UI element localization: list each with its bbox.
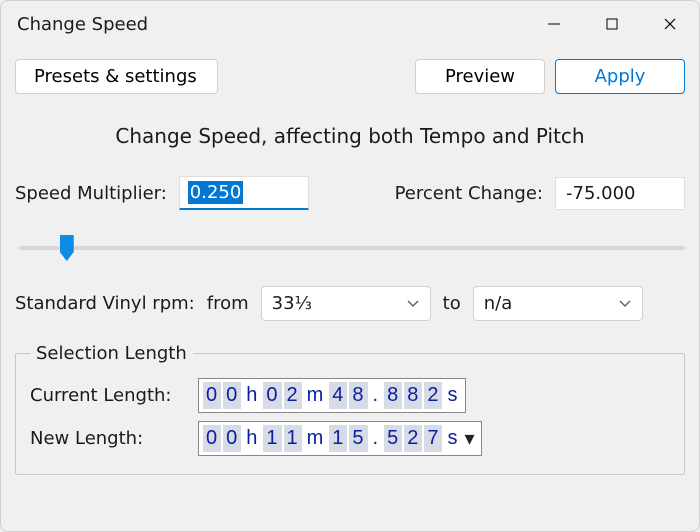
timecode-unit: h (243, 425, 261, 452)
vinyl-to-select[interactable]: n/a (473, 286, 643, 321)
new-length-row: New Length: 00h11m15.527s▾ (30, 421, 670, 456)
timecode-digit: 1 (263, 425, 281, 452)
selection-length-group: Selection Length Current Length: 00h02m4… (15, 343, 685, 475)
minimize-icon (547, 17, 561, 31)
timecode-unit: s (444, 382, 461, 409)
apply-button[interactable]: Apply (555, 59, 685, 94)
presets-settings-button[interactable]: Presets & settings (15, 59, 218, 94)
chevron-down-icon (406, 293, 420, 314)
close-icon (663, 17, 677, 31)
timecode-digit: 8 (384, 382, 402, 409)
timecode-digit: 5 (384, 425, 402, 452)
timecode-digit: 0 (223, 425, 241, 452)
speed-multiplier-input[interactable]: 0.250 (179, 176, 309, 210)
timecode-unit: s (444, 425, 461, 452)
close-button[interactable] (641, 1, 699, 47)
timecode-digit: 0 (203, 382, 221, 409)
timecode-digit: 8 (404, 382, 422, 409)
selection-length-legend: Selection Length (30, 343, 193, 364)
window-title: Change Speed (17, 14, 525, 35)
vinyl-to-value: n/a (484, 293, 513, 314)
timecode-digit: 7 (424, 425, 442, 452)
timecode-digit: 4 (329, 382, 347, 409)
preview-button[interactable]: Preview (415, 59, 545, 94)
timecode-digit: 5 (349, 425, 367, 452)
timecode-digit: 0 (203, 425, 221, 452)
vinyl-from-label: from (207, 293, 249, 314)
timecode-dot: . (370, 425, 383, 452)
vinyl-row: Standard Vinyl rpm: from 33⅓ to n/a (15, 286, 685, 321)
titlebar: Change Speed (1, 1, 699, 47)
timecode-format-dropdown-icon[interactable]: ▾ (462, 424, 477, 453)
current-length-label: Current Length: (30, 385, 180, 406)
timecode-digit: 1 (329, 425, 347, 452)
timecode-digit: 1 (284, 425, 302, 452)
timecode-unit: m (304, 425, 328, 452)
current-length-row: Current Length: 00h02m48.882s (30, 378, 670, 413)
vinyl-rpm-label: Standard Vinyl rpm: (15, 293, 195, 314)
maximize-button[interactable] (583, 1, 641, 47)
timecode-digit: 0 (223, 382, 241, 409)
timecode-unit: m (304, 382, 328, 409)
percent-change-label: Percent Change: (395, 183, 543, 204)
new-length-label: New Length: (30, 428, 180, 449)
change-speed-dialog: Change Speed Presets & settings Preview … (0, 0, 700, 532)
timecode-digit: 8 (349, 382, 367, 409)
speed-slider-wrap (15, 232, 685, 264)
speed-slider[interactable] (19, 236, 685, 260)
timecode-digit: 2 (424, 382, 442, 409)
current-length-timecode[interactable]: 00h02m48.882s (198, 378, 466, 413)
vinyl-from-select[interactable]: 33⅓ (261, 286, 431, 321)
minimize-button[interactable] (525, 1, 583, 47)
vinyl-to-label: to (443, 293, 461, 314)
dialog-content: Presets & settings Preview Apply Change … (1, 47, 699, 491)
timecode-digit: 2 (284, 382, 302, 409)
timecode-digit: 0 (263, 382, 281, 409)
speed-multiplier-value-selected: 0.250 (188, 181, 244, 204)
timecode-unit: h (243, 382, 261, 409)
speed-multiplier-label: Speed Multiplier: (15, 183, 167, 204)
dialog-subtitle: Change Speed, affecting both Tempo and P… (15, 124, 685, 148)
speed-row: Speed Multiplier: 0.250 Percent Change: … (15, 176, 685, 210)
percent-change-input[interactable]: -75.000 (555, 177, 685, 210)
action-button-row: Presets & settings Preview Apply (15, 59, 685, 94)
vinyl-from-value: 33⅓ (272, 293, 312, 314)
timecode-dot: . (370, 382, 383, 409)
chevron-down-icon (618, 293, 632, 314)
timecode-digit: 2 (404, 425, 422, 452)
maximize-icon (605, 17, 619, 31)
new-length-timecode[interactable]: 00h11m15.527s▾ (198, 421, 482, 456)
